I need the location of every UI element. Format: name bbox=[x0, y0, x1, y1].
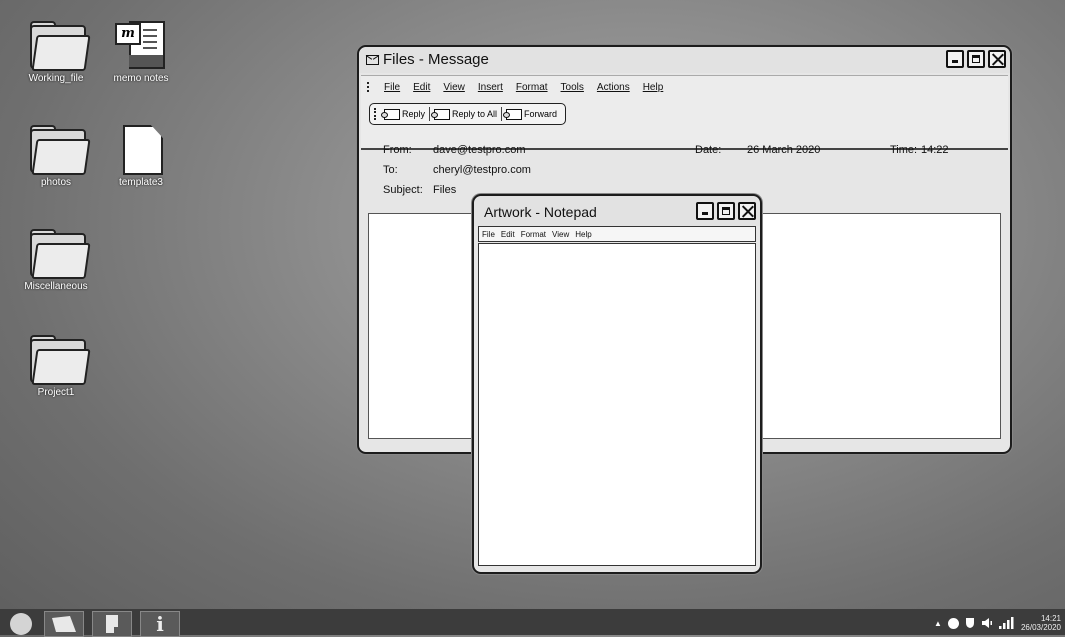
info-icon: i bbox=[156, 612, 164, 636]
desktop-icon-template3[interactable]: template3 bbox=[101, 123, 181, 188]
notepad-window: Artwork - Notepad File Edit Format View … bbox=[472, 194, 762, 574]
menu-insert[interactable]: Insert bbox=[478, 82, 503, 93]
menu-help[interactable]: Help bbox=[575, 230, 591, 239]
notepad-window-title: Artwork - Notepad bbox=[484, 204, 597, 220]
menu-actions[interactable]: Actions bbox=[597, 82, 630, 93]
folder-icon bbox=[26, 227, 91, 279]
taskbar-button-notepad[interactable] bbox=[92, 611, 132, 637]
envelope-icon bbox=[366, 55, 379, 65]
notepad-text-area[interactable] bbox=[478, 243, 756, 566]
forward-button[interactable]: Forward bbox=[502, 108, 561, 120]
toolbar-grip[interactable] bbox=[374, 108, 378, 120]
folder-icon bbox=[26, 123, 91, 175]
date-label: Date: bbox=[695, 144, 722, 156]
desktop-icon-photos[interactable]: photos bbox=[16, 123, 96, 188]
maximize-button[interactable] bbox=[967, 50, 985, 68]
signal-strength-icon[interactable] bbox=[998, 616, 1015, 630]
message-toolbar: Reply Reply to All Forward bbox=[369, 103, 567, 125]
clock-time: 14:21 bbox=[1040, 614, 1061, 623]
forward-icon bbox=[503, 108, 523, 120]
menu-format[interactable]: Format bbox=[521, 230, 546, 239]
grip-handle[interactable] bbox=[367, 82, 371, 92]
notepad-menubar: File Edit Format View Help bbox=[482, 230, 598, 239]
date-value: 26 March 2020 bbox=[747, 144, 821, 156]
tray-expand-icon[interactable]: ▲ bbox=[934, 619, 942, 628]
menu-format[interactable]: Format bbox=[516, 82, 548, 93]
menu-view[interactable]: View bbox=[552, 230, 569, 239]
folder-icon bbox=[26, 19, 91, 71]
close-button[interactable] bbox=[988, 50, 1006, 68]
menu-help[interactable]: Help bbox=[643, 82, 664, 93]
message-window-title: Files - Message bbox=[383, 51, 489, 68]
from-label: From: bbox=[383, 144, 412, 156]
menu-tools[interactable]: Tools bbox=[561, 82, 584, 93]
reply-all-icon bbox=[431, 108, 451, 120]
minimize-button[interactable] bbox=[946, 50, 964, 68]
volume-icon[interactable] bbox=[981, 617, 993, 629]
document-icon bbox=[106, 615, 120, 633]
desktop-icon-label: Working_file bbox=[28, 73, 84, 84]
taskbar-button-files[interactable] bbox=[44, 611, 84, 637]
reply-all-button[interactable]: Reply to All bbox=[430, 108, 501, 120]
taskbar-button-info[interactable]: i bbox=[140, 611, 180, 637]
close-button[interactable] bbox=[738, 202, 756, 220]
document-icon bbox=[111, 123, 171, 175]
clock[interactable]: 14:21 26/03/2020 bbox=[1021, 614, 1061, 632]
menu-file[interactable]: File bbox=[482, 230, 495, 239]
shield-icon[interactable] bbox=[965, 617, 975, 629]
notepad-titlebar[interactable]: Artwork - Notepad bbox=[474, 196, 760, 226]
desktop-icon-label: photos bbox=[40, 177, 72, 188]
start-button[interactable] bbox=[10, 613, 32, 635]
folder-icon bbox=[52, 616, 76, 632]
desktop-icon-memo-notes[interactable]: m memo notes bbox=[101, 19, 181, 84]
desktop-icon-label: memo notes bbox=[113, 73, 169, 84]
maximize-button[interactable] bbox=[717, 202, 735, 220]
reply-button[interactable]: Reply bbox=[380, 108, 429, 120]
system-tray: ▲ 14:21 26/03/2020 bbox=[934, 611, 1061, 635]
subject-value: Files bbox=[433, 184, 457, 196]
desktop-icon-label: template3 bbox=[119, 177, 163, 188]
menu-file[interactable]: File bbox=[384, 82, 400, 93]
message-command-area: File Edit View Insert Format Tools Actio… bbox=[361, 75, 1008, 150]
from-value: dave@testpro.com bbox=[433, 144, 526, 156]
taskbar: i ▲ 14:21 26/03/2020 bbox=[0, 609, 1065, 637]
minimize-button[interactable] bbox=[696, 202, 714, 220]
desktop-icon-miscellaneous[interactable]: Miscellaneous bbox=[16, 227, 96, 292]
desktop-icon-working-file[interactable]: Working_file bbox=[16, 19, 96, 84]
menu-view[interactable]: View bbox=[443, 82, 465, 93]
clock-date: 26/03/2020 bbox=[1020, 623, 1061, 632]
to-value: cheryl@testpro.com bbox=[433, 164, 531, 176]
time-value: 14:22 bbox=[921, 144, 949, 156]
time-label: Time: bbox=[890, 144, 918, 156]
tray-circle-icon[interactable] bbox=[947, 617, 959, 629]
message-menubar: File Edit View Insert Format Tools Actio… bbox=[367, 82, 676, 93]
memo-document-icon: m bbox=[111, 19, 171, 69]
to-label: To: bbox=[383, 164, 398, 176]
folder-icon bbox=[26, 333, 91, 385]
desktop-icon-label: Project1 bbox=[37, 387, 75, 398]
menu-edit[interactable]: Edit bbox=[501, 230, 515, 239]
subject-label: Subject: bbox=[383, 184, 423, 196]
reply-icon bbox=[381, 108, 400, 120]
message-titlebar[interactable]: Files - Message bbox=[359, 47, 1010, 73]
menu-edit[interactable]: Edit bbox=[413, 82, 430, 93]
desktop-icon-label: Miscellaneous bbox=[24, 281, 88, 292]
desktop-icon-project1[interactable]: Project1 bbox=[16, 333, 96, 398]
